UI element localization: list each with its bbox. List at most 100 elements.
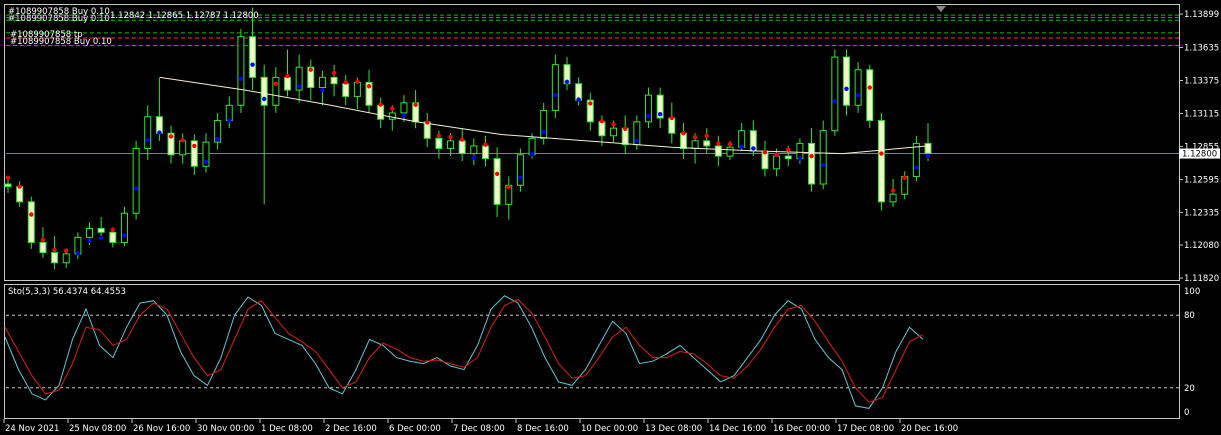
psar-dot-down: [29, 212, 34, 217]
candle-bear: [679, 132, 687, 149]
candle-bear: [16, 186, 24, 203]
psar-dot-up: [914, 165, 919, 170]
order-buy-label: #1089907858 Buy 0.10: [10, 37, 112, 47]
candle-bear: [866, 69, 874, 122]
candle-bull: [388, 112, 396, 120]
current-price-label: 1.12800: [1182, 150, 1217, 160]
psar-dot-down: [5, 175, 11, 180]
psar-dot-down: [867, 85, 872, 90]
candle-bear: [39, 241, 47, 254]
time-axis-label: 20 Dec 16:00: [901, 424, 958, 434]
time-axis-label: 30 Nov 00:00: [197, 424, 254, 434]
order-label-top-2: #1089907858 Buy 0.10: [8, 14, 110, 24]
psar-dot-up: [401, 113, 407, 118]
psar-dot-down: [64, 248, 69, 253]
candle-bull: [773, 155, 781, 170]
psar-dot-down: [436, 133, 442, 138]
candle-bear: [842, 56, 850, 106]
candle-bear: [877, 120, 885, 203]
quote-readout: 1.12842 1.12865 1.12787 1.12800: [110, 11, 259, 21]
candle-bull: [120, 212, 128, 243]
candle-bear: [458, 140, 466, 155]
psar-dot-up: [75, 251, 81, 256]
candle-bull: [889, 193, 897, 203]
indicator-label: Sto(5,3,3) 56.4374 64.4553: [8, 287, 126, 297]
price-axis-label: 1.12335: [1184, 209, 1219, 219]
psar-dot-up: [227, 118, 232, 123]
stoch-axis-label: 80: [1184, 311, 1195, 321]
psar-dot-down: [704, 133, 709, 138]
candle-bear: [924, 142, 932, 155]
candle-bear: [109, 231, 117, 243]
price-axis-label: 1.12080: [1184, 241, 1219, 251]
psar-dot-down: [809, 153, 814, 159]
psar-dot-up: [157, 130, 162, 135]
candle-bull: [144, 116, 152, 149]
candle-bear: [342, 83, 350, 97]
psar-dot-down: [285, 73, 290, 79]
psar-dot-up: [250, 62, 255, 67]
candle-bull: [726, 146, 734, 157]
psar-dot-down: [425, 120, 430, 125]
psar-dot-up: [262, 96, 267, 102]
psar-dot-up: [215, 136, 220, 142]
candle-bear: [703, 140, 711, 147]
candle-bear: [435, 137, 443, 149]
psar-dot-up: [925, 153, 931, 159]
psar-dot-up: [518, 175, 523, 180]
candle-bear: [598, 121, 606, 137]
time-axis-label: 16 Dec 00:00: [773, 424, 830, 434]
candle-bull: [86, 227, 94, 238]
psar-dot-down: [692, 134, 698, 140]
psar-dot-down: [413, 102, 418, 107]
candle-bull: [854, 69, 862, 106]
psar-dot-down: [378, 102, 383, 107]
psar-dot-down: [355, 79, 360, 85]
candle-bear: [481, 145, 489, 160]
candle-bear: [668, 117, 676, 134]
psar-dot-up: [844, 86, 849, 91]
psar-dot-down: [40, 237, 46, 243]
stoch-axis-label: 20: [1184, 384, 1195, 394]
candle-bull: [179, 140, 187, 156]
psar-dot-down: [879, 151, 884, 156]
candle-bear: [714, 145, 722, 157]
psar-dot-up: [238, 76, 244, 81]
candle-bear: [808, 142, 816, 185]
candle-bear: [249, 36, 257, 78]
psar-dot-up: [576, 97, 581, 102]
psar-dot-down: [17, 184, 22, 189]
time-axis-label: 7 Dec 08:00: [453, 424, 505, 434]
stoch-axis-label: 0: [1184, 408, 1189, 418]
candle-bull: [353, 81, 361, 97]
candle-bull: [831, 56, 839, 132]
candle-bull: [796, 142, 804, 160]
psar-dot-up: [471, 155, 477, 160]
candle-bull: [237, 36, 245, 106]
time-axis-label: 24 Nov 2021: [5, 424, 59, 434]
price-axis-label: 1.13115: [1184, 110, 1219, 120]
psar-dot-up: [820, 162, 826, 168]
psar-dot-down: [52, 247, 57, 253]
candle-bull: [912, 142, 920, 177]
psar-dot-down: [494, 171, 500, 177]
candle-bear: [283, 76, 291, 91]
psar-dot-down: [273, 81, 279, 86]
psar-dot-up: [646, 113, 651, 119]
psar-dot-down: [343, 80, 348, 85]
price-axis-label: 1.13375: [1184, 77, 1219, 87]
time-axis-label: 17 Dec 08:00: [837, 424, 894, 434]
candle-bull: [516, 154, 524, 186]
psar-dot-up: [87, 238, 92, 243]
psar-dot-up: [320, 87, 325, 93]
candle-bull: [62, 253, 70, 264]
psar-dot-up: [634, 138, 640, 144]
psar-dot-down: [506, 185, 511, 190]
time-axis-label: 8 Dec 16:00: [517, 424, 569, 434]
psar-dot-up: [122, 233, 127, 238]
time-axis-label: 26 Nov 16:00: [133, 424, 190, 434]
psar-dot-up: [553, 92, 558, 98]
psar-dot-up: [797, 156, 803, 161]
candle-bull: [551, 64, 559, 111]
candle-bear: [27, 201, 35, 243]
